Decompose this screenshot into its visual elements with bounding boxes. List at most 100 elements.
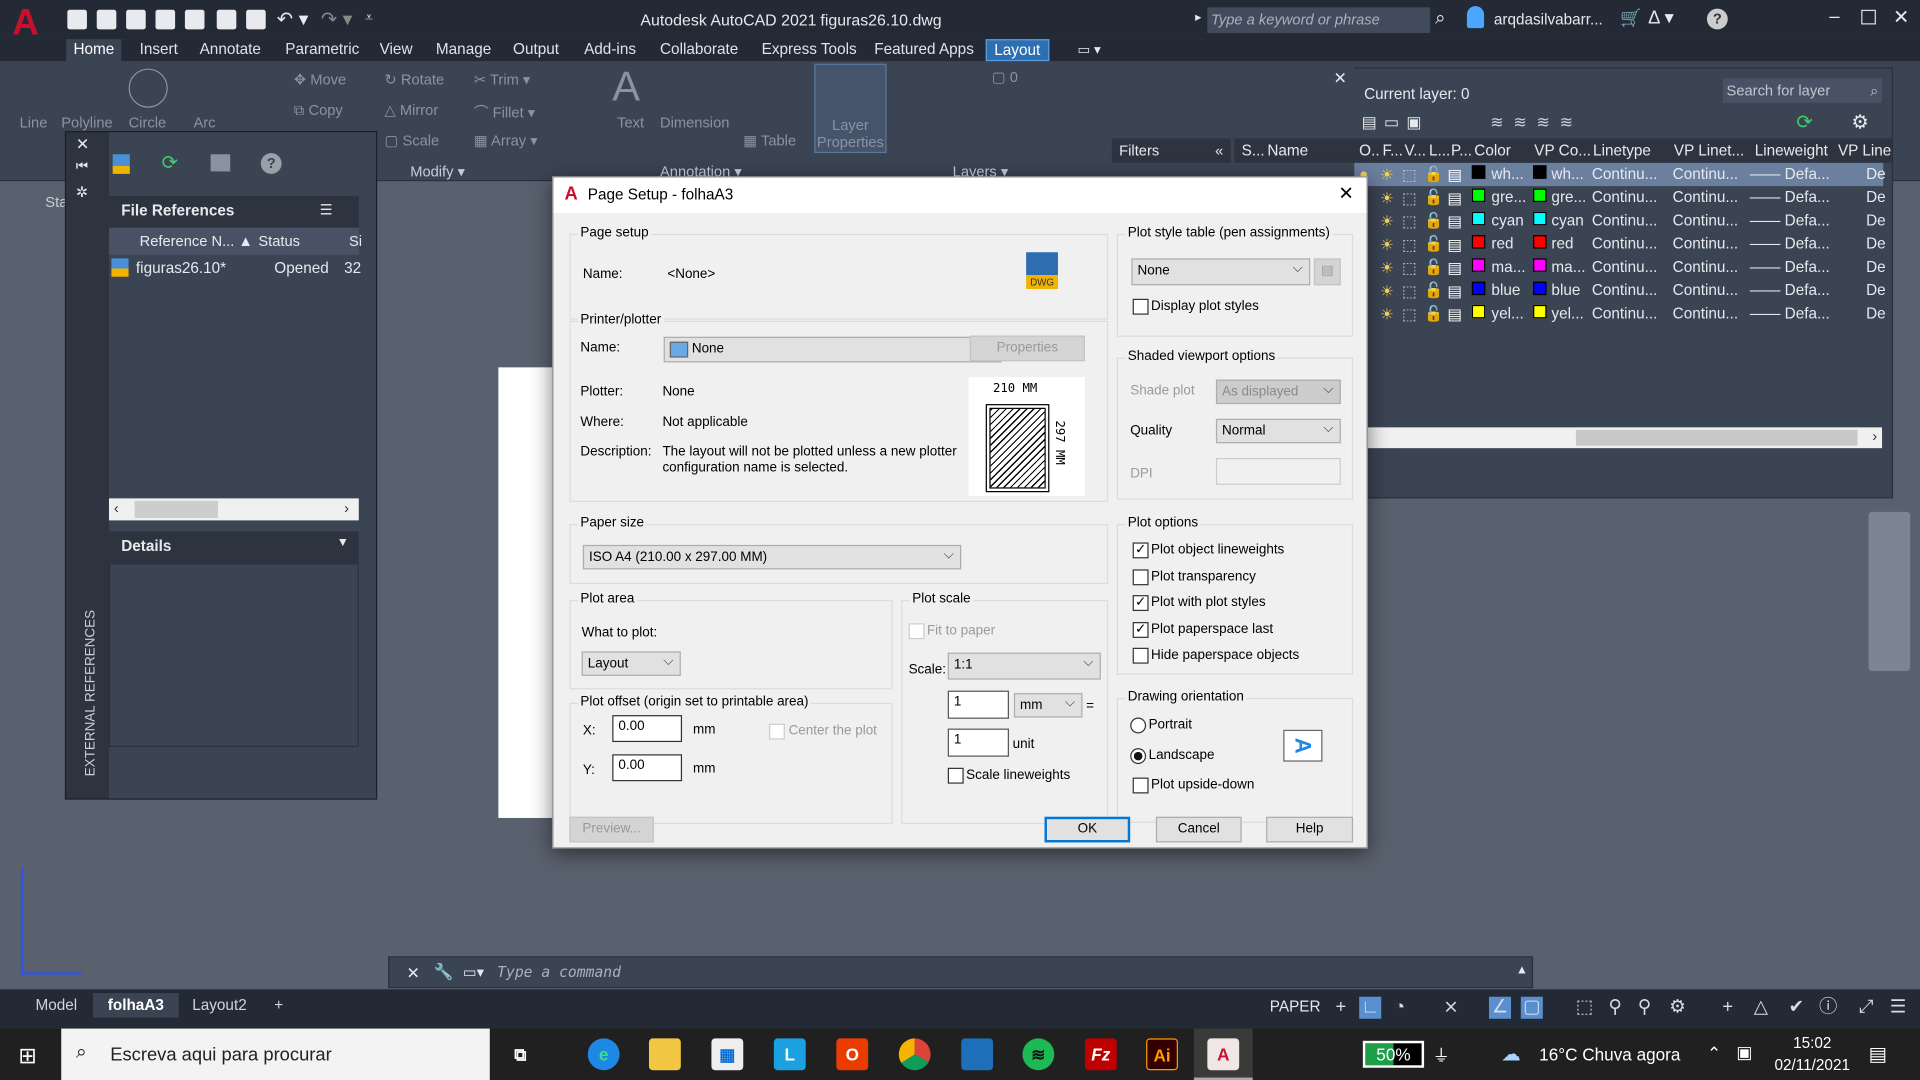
what-to-plot-select[interactable]: Layout — [581, 651, 681, 676]
column-status[interactable]: Status — [258, 233, 300, 250]
vp-freeze-icon[interactable]: ⬚ — [1402, 212, 1416, 230]
command-input[interactable]: Type a command — [497, 964, 1501, 981]
color-swatch[interactable] — [1471, 211, 1486, 226]
save-as-icon[interactable] — [155, 9, 176, 30]
scale-lineweights-checkbox[interactable] — [947, 767, 964, 784]
layer-vp-linetype[interactable]: Continu... — [1673, 165, 1739, 182]
quick-properties-icon[interactable]: ✔ — [1785, 997, 1807, 1019]
tab-model[interactable]: Model — [21, 993, 92, 1017]
vp-color-swatch[interactable] — [1533, 188, 1547, 203]
annotation-monitor-icon[interactable]: + — [1717, 997, 1739, 1019]
copy-tool[interactable]: ⧉ Copy — [294, 102, 343, 120]
snap-mode-icon[interactable]: ∟ — [1359, 996, 1382, 1019]
tab-home[interactable]: Home — [66, 39, 122, 62]
scale-paper-units-input[interactable]: 1 — [947, 690, 1009, 719]
palette-properties-icon[interactable]: ✲ — [76, 184, 88, 201]
tab-featured-apps[interactable]: Featured Apps — [867, 39, 981, 61]
tab-express-tools[interactable]: Express Tools — [754, 39, 864, 61]
selection-cycling-icon[interactable]: ▢ — [1520, 996, 1543, 1019]
notifications-icon[interactable]: ▤ — [1869, 1042, 1888, 1066]
tab-add-ins[interactable]: Add-ins — [577, 39, 644, 61]
freeze-sun-icon[interactable]: ☀ — [1380, 305, 1394, 323]
tab-layout2[interactable]: Layout2 — [178, 993, 262, 1017]
layer-row[interactable]: ● ☀ ⬚ 🔓 ▤ cyan cyan Continu... Continu..… — [1354, 209, 1886, 232]
command-history-icon[interactable]: ▲ — [1516, 964, 1528, 977]
vp-color-swatch[interactable] — [1533, 211, 1547, 226]
layer-linetype[interactable]: Continu... — [1592, 282, 1658, 299]
command-close-icon[interactable]: ✕ — [407, 964, 420, 984]
tab-manage[interactable]: Manage — [429, 39, 499, 61]
paper-size-select[interactable]: ISO A4 (210.00 x 297.00 MM) — [582, 544, 962, 570]
col-freeze[interactable]: F... — [1382, 142, 1402, 159]
col-vp-lineweight[interactable]: VP Line — [1838, 142, 1891, 159]
file-explorer-icon[interactable] — [648, 1038, 681, 1071]
layer-row[interactable]: ● ☀ ⬚ 🔓 ▤ ma... ma... Continu... Continu… — [1354, 256, 1886, 279]
layer-color[interactable]: blue — [1491, 282, 1520, 299]
qat-menu-icon[interactable]: ⩡ — [365, 9, 373, 27]
color-swatch[interactable] — [1471, 281, 1486, 296]
layer-row[interactable]: ● ☀ ⬚ 🔓 ▤ wh... wh... Continu... Continu… — [1354, 162, 1886, 187]
tab-collaborate[interactable]: Collaborate — [653, 39, 746, 61]
isolate-objects-icon[interactable]: ⓘ — [1817, 997, 1839, 1019]
layer-vp-lineweight[interactable]: De — [1866, 189, 1886, 206]
properties-button[interactable]: Properties — [969, 335, 1085, 362]
recent-commands-icon[interactable]: ▭▾ — [463, 964, 484, 981]
freeze-sun-icon[interactable]: ☀ — [1380, 189, 1394, 207]
save-icon[interactable] — [126, 9, 146, 30]
color-swatch[interactable] — [1471, 165, 1486, 179]
fit-to-paper-checkbox[interactable] — [908, 623, 925, 640]
collapse-filters-icon[interactable]: « — [1215, 142, 1223, 159]
filezilla-icon[interactable]: Fz — [1084, 1038, 1117, 1071]
modify-panel-title[interactable]: Modify ▾ — [410, 163, 465, 180]
layer-vp-color[interactable]: cyan — [1551, 212, 1583, 229]
network-icon[interactable]: ▣ — [1736, 1042, 1752, 1063]
help-icon[interactable]: ? — [1706, 8, 1728, 30]
ok-button[interactable]: OK — [1044, 816, 1131, 843]
lumion-icon[interactable]: L — [773, 1038, 806, 1071]
refresh-icon[interactable]: ⟳ — [162, 151, 178, 175]
layer-lineweight[interactable]: —— Defa... — [1750, 282, 1830, 299]
plot-printer-icon[interactable]: ▤ — [1447, 235, 1461, 253]
settings-icon[interactable]: ⚙ — [1851, 110, 1869, 134]
search-icon[interactable]: ⌕ — [1435, 7, 1445, 28]
task-view-icon[interactable]: ⧉ — [504, 1038, 536, 1070]
landscape-radio[interactable] — [1130, 748, 1147, 765]
palette-close-icon[interactable]: ✕ — [76, 135, 89, 155]
plot-option-checkbox[interactable]: ✓ — [1132, 542, 1149, 559]
layer-vp-color[interactable]: ma... — [1551, 258, 1585, 275]
weather-text[interactable]: 16°C Chuva agora — [1539, 1044, 1680, 1064]
move-tool[interactable]: ✥ Move — [294, 71, 346, 88]
layer-horizontal-scrollbar[interactable]: › — [1367, 427, 1883, 449]
vp-freeze-icon[interactable]: ⬚ — [1402, 282, 1416, 300]
array-tool[interactable]: ▦ Array ▾ — [474, 132, 538, 149]
trim-tool[interactable]: ✂ Trim ▾ — [474, 71, 530, 88]
layer-linetype[interactable]: Continu... — [1592, 212, 1658, 229]
search-expand-icon[interactable]: ▸ — [1195, 11, 1201, 24]
rotate-tool[interactable]: ↻ Rotate — [384, 71, 444, 88]
change-path-icon[interactable] — [210, 154, 231, 172]
vp-freeze-icon[interactable]: ⬚ — [1402, 305, 1416, 323]
cancel-button[interactable]: Cancel — [1155, 816, 1242, 843]
vp-color-swatch[interactable] — [1533, 165, 1547, 179]
lock-icon[interactable]: 🔓 — [1424, 305, 1443, 323]
vp-color-swatch[interactable] — [1533, 304, 1547, 319]
layer-properties-button[interactable]: Layer Properties — [814, 63, 887, 154]
edit-plot-style-button[interactable]: ▤ — [1313, 258, 1341, 286]
layer-search-input[interactable]: Search for layer ⌕ — [1722, 78, 1883, 103]
dimension-tool[interactable]: Dimension — [660, 114, 729, 131]
scale-drawing-units-input[interactable]: 1 — [947, 728, 1009, 757]
text-icon[interactable]: A — [612, 64, 640, 112]
add-layout-button[interactable]: + — [260, 993, 298, 1017]
lock-icon[interactable]: 🔓 — [1424, 212, 1443, 230]
object-snap-icon[interactable]: ⨯ — [1440, 997, 1462, 1019]
lineweight-icon[interactable]: ∠ — [1488, 996, 1512, 1019]
layer-vp-lineweight[interactable]: De — [1866, 305, 1886, 322]
layer-lineweight[interactable]: —— Defa... — [1750, 235, 1830, 252]
user-icon[interactable] — [1466, 6, 1485, 29]
cart-icon[interactable]: 🛒 — [1620, 7, 1641, 28]
tab-folhaA3[interactable]: folhaA3 — [93, 993, 179, 1018]
printer-name-select[interactable]: None — [663, 336, 1002, 363]
layer-lineweight[interactable]: —— Defa... — [1750, 258, 1830, 275]
text-tool[interactable]: Text — [617, 114, 644, 131]
layer-vp-linetype[interactable]: Continu... — [1673, 305, 1739, 322]
